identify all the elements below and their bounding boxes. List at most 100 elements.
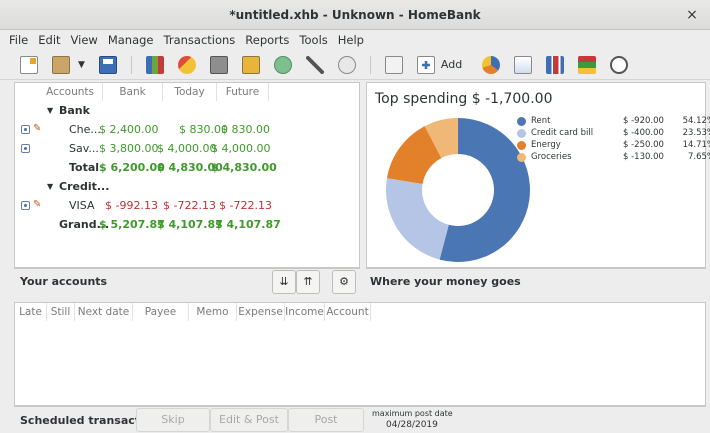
chart-legend: Rent $ -920.00 54.12% Credit card bill $ -40… — [517, 115, 710, 175]
expander-icon[interactable]: ▼ — [47, 101, 53, 120]
column-header-late[interactable]: Late — [15, 303, 47, 321]
report-statistics-icon[interactable] — [482, 55, 501, 74]
legend-amount: $ -400.00 — [623, 128, 664, 138]
add-button-label[interactable]: Add — [441, 58, 462, 71]
legend-swatch — [517, 153, 526, 162]
toolbar: ▼ Add — [0, 50, 710, 80]
column-header-income[interactable]: Income — [285, 303, 325, 321]
menu-edit[interactable]: Edit — [33, 33, 65, 47]
column-header-today[interactable]: Today — [163, 83, 217, 101]
report-vehicle-icon[interactable] — [610, 55, 629, 74]
chart-title: Top spending $ -1,700.00 — [375, 91, 553, 107]
collapse-all-button[interactable]: ⇈ — [296, 270, 320, 294]
archives-icon[interactable] — [241, 55, 260, 74]
accounts-panel: Accounts Bank Today Future ▼ Bank ✎ Che.… — [14, 82, 360, 268]
spending-donut-chart — [386, 118, 530, 262]
open-dropdown-icon[interactable]: ▼ — [78, 60, 85, 70]
column-header-accounts[interactable]: Accounts — [15, 83, 103, 101]
toolbar-separator — [369, 55, 371, 74]
list-item[interactable]: ▼ Bank — [15, 101, 359, 120]
column-header-account[interactable]: Account — [325, 303, 371, 321]
legend-swatch — [517, 117, 526, 126]
legend-amount: $ -250.00 — [623, 140, 664, 150]
legend-label: Credit card bill — [531, 128, 594, 138]
post-button[interactable]: Post — [288, 408, 364, 432]
column-header-future[interactable]: Future — [217, 83, 269, 101]
bank-balance: $ 3,800.00 — [99, 142, 159, 155]
scheduled-panel: Late Still Next date Payee Memo Expense … — [14, 302, 706, 406]
table-row[interactable]: ✎ Che... $ 2,400.00 $ 830.00 $ 830.00 — [15, 120, 359, 139]
spending-footer: Where your money goes — [366, 268, 706, 294]
menu-transactions[interactable]: Transactions — [159, 33, 241, 47]
skip-button[interactable]: Skip — [136, 408, 210, 432]
window-title: *untitled.xhb - Unknown - HomeBank — [229, 7, 481, 22]
account-status-icon — [21, 201, 30, 210]
menu-file[interactable]: File — [4, 33, 33, 47]
column-header-memo[interactable]: Memo — [189, 303, 237, 321]
legend-item: Groceries $ -130.00 7.65% — [517, 151, 710, 163]
legend-label: Energy — [531, 140, 561, 150]
future-balance: $ 4,107.87 — [215, 218, 281, 231]
accounts-icon[interactable] — [145, 55, 164, 74]
report-balance-icon[interactable] — [546, 55, 565, 74]
open-register-icon[interactable] — [384, 55, 403, 74]
column-header-still[interactable]: Still — [47, 303, 75, 321]
future-balance: $ 830.00 — [221, 123, 270, 136]
edit-icon: ✎ — [33, 123, 42, 134]
legend-swatch — [517, 129, 526, 138]
menu-view[interactable]: View — [66, 33, 103, 47]
legend-amount: $ -920.00 — [623, 116, 664, 126]
table-row[interactable]: Total $ 6,200.00 $ 4,830.00 $ 4,830.00 — [15, 158, 359, 177]
column-header-expense[interactable]: Expense — [237, 303, 285, 321]
list-item[interactable]: ▼ Credit... — [15, 177, 359, 196]
account-status-icon — [21, 144, 30, 153]
future-balance: $ 4,000.00 — [211, 142, 271, 155]
expand-all-button[interactable]: ⇊ — [272, 270, 296, 294]
budget-icon[interactable] — [273, 55, 292, 74]
max-post-date-label: maximum post date — [372, 409, 453, 418]
column-header-next-date[interactable]: Next date — [75, 303, 133, 321]
new-file-icon[interactable] — [20, 55, 38, 74]
today-balance: $ 4,107.87 — [157, 218, 223, 231]
today-balance: $ 4,000.00 — [157, 142, 217, 155]
open-file-icon[interactable] — [52, 55, 70, 74]
max-post-date-value: 04/28/2019 — [386, 420, 438, 430]
edit-and-post-button[interactable]: Edit & Post — [210, 408, 288, 432]
legend-item: Rent $ -920.00 54.12% — [517, 115, 710, 127]
menu-reports[interactable]: Reports — [240, 33, 294, 47]
add-transaction-icon[interactable] — [416, 55, 435, 74]
menu-tools[interactable]: Tools — [294, 33, 332, 47]
table-row[interactable]: Sav... $ 3,800.00 $ 4,000.00 $ 4,000.00 — [15, 139, 359, 158]
legend-label: Rent — [531, 116, 551, 126]
payees-icon[interactable] — [177, 55, 196, 74]
report-trend-icon[interactable] — [514, 55, 533, 74]
account-name: Total — [69, 161, 100, 174]
account-name: Che... — [69, 123, 101, 136]
table-row[interactable]: ✎ VISA $ -992.13 $ -722.13 $ -722.13 — [15, 196, 359, 215]
menu-manage[interactable]: Manage — [103, 33, 159, 47]
spending-panel: Top spending $ -1,700.00 Rent $ -920.00 54… — [366, 82, 710, 268]
edit-icon: ✎ — [33, 199, 42, 210]
settings-gear-button[interactable]: ⚙ — [332, 270, 356, 294]
menu-help[interactable]: Help — [333, 33, 369, 47]
report-budget-icon[interactable] — [578, 55, 597, 74]
legend-percent: 54.12% — [682, 116, 710, 126]
categories-icon[interactable] — [209, 55, 228, 74]
column-header-payee[interactable]: Payee — [133, 303, 189, 321]
legend-label: Groceries — [531, 152, 572, 162]
currency-icon[interactable] — [337, 55, 356, 74]
group-name: Bank — [59, 104, 90, 117]
assistant-wand-icon[interactable] — [305, 55, 324, 74]
close-icon[interactable]: × — [684, 7, 700, 23]
future-balance: $ -722.13 — [219, 199, 272, 212]
legend-percent: 14.71% — [682, 140, 710, 150]
future-balance: $ 4,830.00 — [211, 161, 277, 174]
account-name: Sav... — [69, 142, 99, 155]
today-balance: $ -722.13 — [163, 199, 216, 212]
table-row[interactable]: Grand... $ 5,207.87 $ 4,107.87 $ 4,107.8… — [15, 215, 359, 234]
save-icon[interactable] — [98, 55, 117, 74]
legend-swatch — [517, 141, 526, 150]
column-header-bank[interactable]: Bank — [103, 83, 163, 101]
legend-percent: 23.53% — [682, 128, 710, 138]
expander-icon[interactable]: ▼ — [47, 177, 53, 196]
